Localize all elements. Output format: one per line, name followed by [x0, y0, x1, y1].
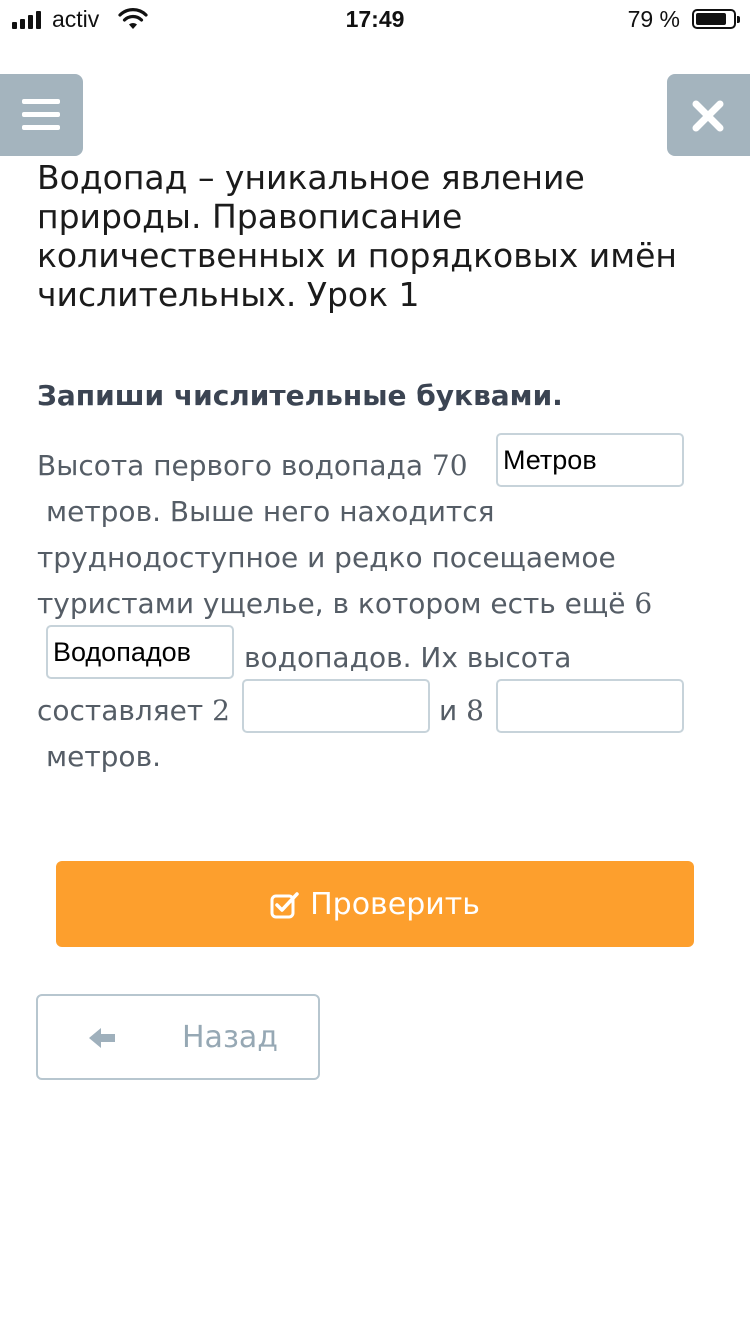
status-bar: activ 17:49 79 % — [0, 0, 750, 40]
check-button-label: Проверить — [310, 887, 480, 922]
battery-percent: 79 % — [627, 6, 680, 32]
answer-field-4[interactable] — [496, 679, 684, 733]
sentence-part: Высота первого водопада — [37, 449, 423, 482]
sentence-part: и — [439, 694, 458, 727]
page-title: Водопад – уникальное явление природы. Пр… — [37, 158, 677, 314]
sentence-part: метров. — [46, 740, 161, 773]
sentence-part: составляет — [37, 694, 204, 727]
close-button[interactable] — [667, 74, 750, 156]
back-button[interactable]: Назад — [36, 994, 320, 1080]
sentence-part: водопадов. Их высота — [244, 641, 572, 674]
answer-field-1[interactable] — [496, 433, 684, 487]
arrow-left-icon — [89, 1028, 115, 1048]
number-70: 70 — [431, 449, 468, 482]
menu-button[interactable] — [0, 74, 83, 156]
number-2: 2 — [212, 694, 230, 727]
close-icon — [692, 100, 724, 132]
hamburger-icon — [22, 99, 60, 104]
answer-field-3[interactable] — [242, 679, 430, 733]
back-button-label: Назад — [182, 1020, 279, 1055]
sentence-part: туристами ущелье, в котором есть ещё — [37, 587, 626, 620]
checkbox-check-icon — [270, 891, 299, 918]
task-heading: Запиши числительные буквами. — [37, 379, 563, 412]
sentence-part: труднодоступное и редко посещаемое — [37, 541, 616, 574]
answer-field-2[interactable] — [46, 625, 234, 679]
check-button[interactable]: Проверить — [56, 861, 694, 947]
battery-icon — [692, 9, 740, 29]
number-6: 6 — [634, 587, 653, 620]
sentence-part: метров. Выше него находится — [46, 495, 495, 528]
number-8: 8 — [466, 694, 484, 727]
